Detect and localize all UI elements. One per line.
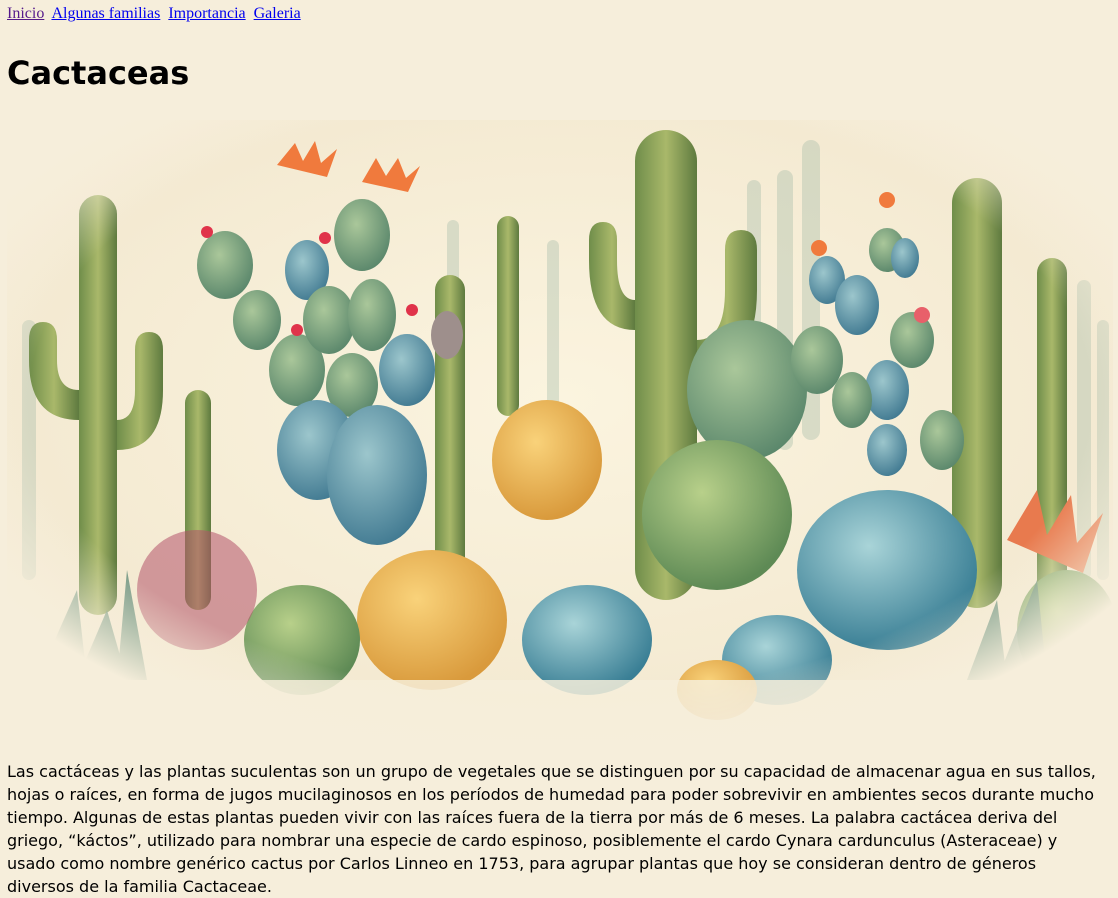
nav-link-algunas-familias[interactable]: Algunas familias xyxy=(51,5,160,22)
nav-link-galeria[interactable]: Galeria xyxy=(254,5,301,22)
nav-link-inicio[interactable]: Inicio xyxy=(7,5,44,22)
nav-link-importancia[interactable]: Importancia xyxy=(168,5,245,22)
intro-paragraph: Las cactáceas y las plantas suculentas s… xyxy=(7,762,1096,896)
page-title: Cactaceas xyxy=(7,54,190,92)
main-nav: Inicio Algunas familias Importancia Gale… xyxy=(7,5,305,23)
cactus-illustration xyxy=(7,120,1113,740)
